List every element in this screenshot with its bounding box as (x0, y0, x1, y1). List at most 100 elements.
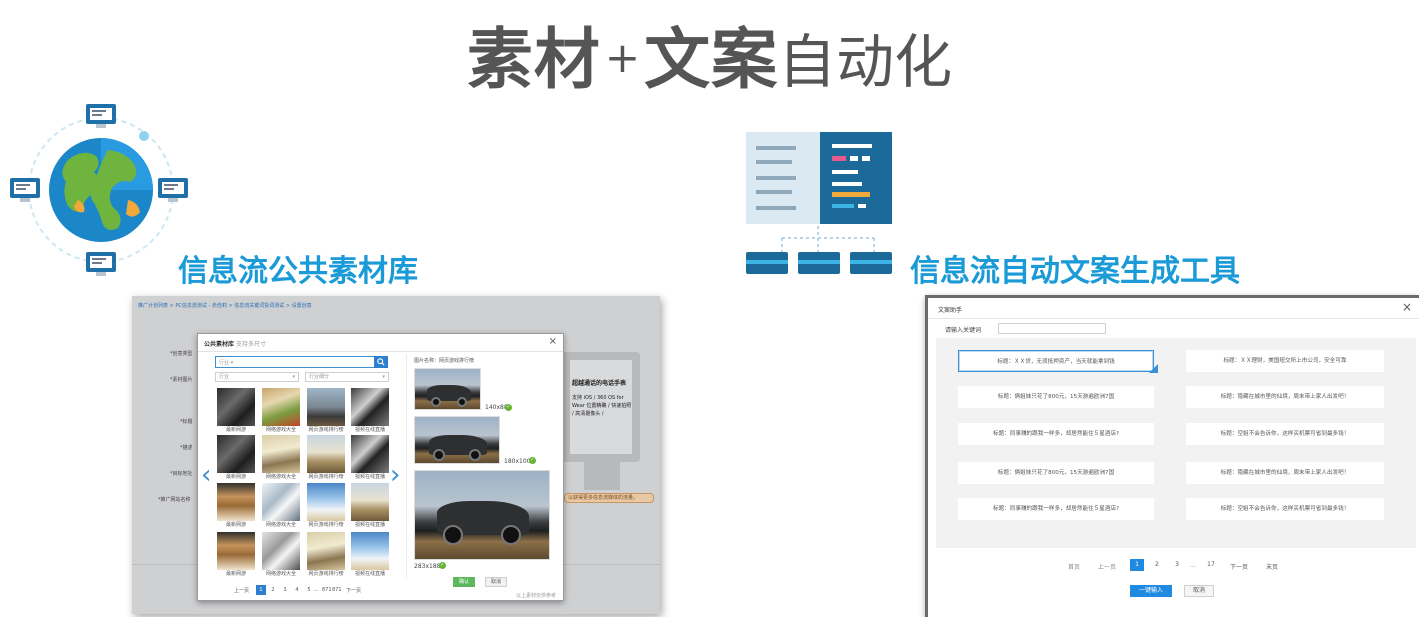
pager-page-last-2[interactable]: 871 (332, 587, 342, 593)
thumbnail-image[interactable] (351, 435, 389, 473)
pager-page-4[interactable]: 4 (292, 585, 302, 595)
industry-detail-select[interactable]: 行业细分 ▾ (305, 372, 389, 382)
industry-detail-select-value: 行业细分 (309, 374, 330, 380)
pager-page-1[interactable]: 1 (1130, 559, 1144, 571)
thumbnail-image[interactable] (217, 483, 255, 521)
thumbnail-label: 网络游戏大全 (265, 427, 296, 433)
thumbnail-image[interactable] (351, 483, 389, 521)
pager-page-2[interactable]: 2 (268, 585, 278, 595)
pager-first[interactable]: 首页 (1068, 562, 1080, 571)
copy-item[interactable]: 标题：空姐不会告诉你，这样买机票可省到最多钱！ (1186, 423, 1384, 445)
copy-item[interactable]: 标题：隐藏在城市里的仙境，周末带上家人出发吧！ (1186, 462, 1384, 484)
thumbnail-image[interactable] (307, 483, 345, 521)
pager-page-1[interactable]: 1 (256, 585, 266, 595)
pager-last[interactable]: 末页 (1266, 562, 1278, 571)
pager-page-5[interactable]: 5 (304, 585, 314, 595)
search-button[interactable] (374, 356, 388, 368)
preview-image-large[interactable] (414, 470, 550, 560)
dialog-header-divider (928, 318, 1419, 319)
selected-corner-icon (1149, 364, 1158, 373)
thumbnail-image[interactable] (262, 532, 300, 570)
modal-divider (406, 354, 407, 579)
car-wheel (457, 397, 467, 407)
thumbnail-label: 网页游戏排行榜 (308, 474, 344, 480)
copy-item[interactable]: 标题：ＸＸ理财，美国纽交所上市公司，安全可靠 (1186, 350, 1384, 372)
field-label-description: *描述 (180, 445, 193, 451)
copy-item[interactable]: 标题：空姐不会告诉你，这样买机票可省到最多钱！ (1186, 498, 1384, 520)
copy-item[interactable]: 标题：俩姐妹只花了800元，15天游遍欧洲7国 (958, 462, 1154, 484)
pager-ellipsis: ... (1190, 562, 1196, 569)
pager-prev[interactable]: 上一页 (1098, 562, 1116, 571)
pager-page-last[interactable]: 871 (322, 587, 332, 593)
thumbnail-image[interactable] (217, 532, 255, 570)
preview-size-medium: 180x100 (504, 458, 531, 465)
field-label-site-name: *推广网站名称 (158, 497, 191, 503)
thumbnail-image[interactable] (217, 388, 255, 426)
pager-page-2[interactable]: 2 (1150, 559, 1164, 571)
field-label-target-url: *目标地址 (170, 471, 193, 477)
thumbnail-image[interactable] (262, 435, 300, 473)
copy-item[interactable]: 标题：同事赚的跟我一样多，却居然能住５星酒店? (958, 423, 1154, 445)
preview-size-large: 283x188 (414, 563, 441, 570)
title-plus: + (604, 33, 641, 82)
pager-page-3[interactable]: 3 (280, 585, 290, 595)
car-wheel (469, 449, 481, 461)
search-category-select[interactable]: 行业 ▾ (219, 359, 233, 366)
cancel-button[interactable]: 取消 (485, 577, 507, 587)
thumbnail-label: 最新网游 (225, 427, 246, 433)
thumbnail-image[interactable] (307, 532, 345, 570)
pager-next[interactable]: 下一页 (1230, 562, 1248, 571)
search-icon (377, 358, 385, 366)
copy-item[interactable]: 标题：ＸＸ贷，无须抵押资产，当天就能拿到钱 (958, 350, 1154, 372)
thumbnail-image[interactable] (351, 388, 389, 426)
preview-ad-text: 支持 iOS / 360 OS for Wear 位置精确 / 快速拍照 / 高… (572, 395, 632, 417)
cancel-button[interactable]: 取消 (1184, 585, 1214, 597)
thumbnail-image[interactable] (262, 388, 300, 426)
pager-ellipsis: ... (314, 587, 319, 593)
pager-next[interactable]: 下一页 (346, 587, 361, 594)
chevron-down-icon: ▾ (382, 374, 385, 380)
thumbnail-label: 网络游戏大全 (265, 522, 296, 528)
preview-image-medium[interactable] (414, 416, 500, 464)
thumbnail-image[interactable] (307, 435, 345, 473)
check-icon: ✓ (439, 562, 446, 569)
copy-assistant-dialog: 文案助手 × 请输入关键词 标题：ＸＸ贷，无须抵押资产，当天就能拿到钱 标题：Ｘ… (925, 295, 1419, 617)
preview-image-small[interactable] (414, 368, 481, 410)
pager-page-last[interactable]: 17 (1204, 559, 1218, 571)
industry-select[interactable]: 行业 ▾ (215, 372, 299, 382)
close-icon[interactable]: × (549, 336, 557, 347)
image-name: 图片名称：网页游戏排行榜 (414, 358, 475, 364)
car-wheel (433, 449, 445, 461)
preview-monitor-stand (584, 460, 620, 490)
breadcrumb[interactable]: 推广计划列表 > PC信息流测试 - 赤佳莉 > 信息流关键词投词测试 > 设置… (138, 302, 312, 309)
document-generator-icon (746, 132, 892, 274)
thumbnail-image[interactable] (307, 388, 345, 426)
keyword-input[interactable] (998, 323, 1106, 334)
one-click-input-button[interactable]: 一键输入 (1130, 585, 1172, 597)
copy-item[interactable]: 标题：隐藏在城市里的仙境，周末带上家人出发吧！ (1186, 386, 1384, 408)
field-label-title: *标题 (180, 419, 193, 425)
traffic-tip: 以获得更多信息流媒体的流量。 (564, 493, 654, 503)
thumbnail-label: 视频在线直播 (354, 522, 385, 528)
thumbnail-image[interactable] (351, 532, 389, 570)
footnote: 以上素材仅供参考 (516, 593, 557, 599)
pager-page-3[interactable]: 3 (1170, 559, 1184, 571)
copy-tool-heading: 信息流自动文案生成工具 (910, 254, 1240, 289)
chevron-down-icon: ▾ (230, 360, 234, 366)
thumbnail-image[interactable] (217, 435, 255, 473)
thumbnail-label: 网络游戏大全 (265, 571, 296, 577)
thumbnail-label: 最新网游 (225, 522, 246, 528)
pager-prev[interactable]: 上一页 (234, 587, 249, 594)
keyword-label: 请输入关键词 (945, 327, 982, 334)
car-wheel (443, 525, 463, 545)
copy-item[interactable]: 标题：同事赚的跟我一样多，却居然能住５星酒店? (958, 498, 1154, 520)
modal-title: 公共素材库 (204, 341, 235, 348)
prev-arrow-icon[interactable]: ‹ (201, 460, 211, 490)
field-label-creative-type: *创意类型 (170, 351, 193, 357)
thumbnail-image[interactable] (262, 483, 300, 521)
search-input[interactable]: 行业 ▾ (215, 356, 375, 368)
confirm-button[interactable]: 确认 (453, 577, 475, 587)
copy-item[interactable]: 标题：俩姐妹只花了800元，15天游遍欧洲7国 (958, 386, 1154, 408)
thumbnail-label: 网页游戏排行榜 (308, 571, 344, 577)
close-icon[interactable]: × (1402, 300, 1412, 314)
